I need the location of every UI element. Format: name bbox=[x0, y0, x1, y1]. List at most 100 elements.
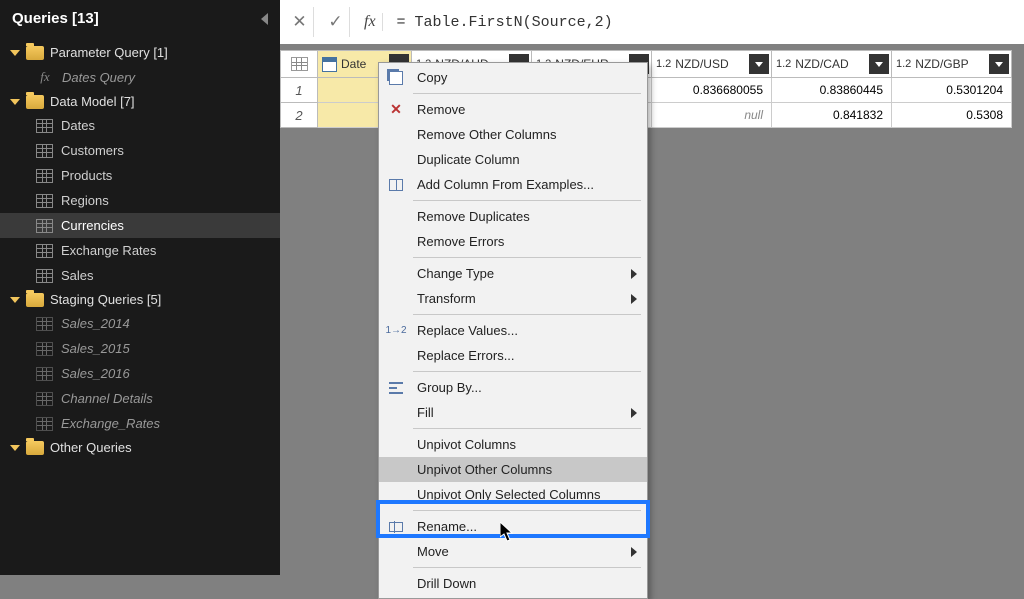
tree-item[interactable]: fx Dates Query bbox=[0, 64, 280, 90]
menu-item-label: Unpivot Other Columns bbox=[417, 462, 552, 477]
tree-item-label: Regions bbox=[61, 193, 109, 208]
menu-separator bbox=[413, 428, 641, 429]
menu-item[interactable]: Copy bbox=[379, 65, 647, 90]
menu-item-label: Transform bbox=[417, 291, 476, 306]
menu-item[interactable]: Duplicate Column bbox=[379, 147, 647, 172]
formula-input[interactable]: = Table.FirstN(Source,2) bbox=[391, 14, 1018, 31]
menu-separator bbox=[413, 567, 641, 568]
menu-item-label: Add Column From Examples... bbox=[417, 177, 594, 192]
folder-icon bbox=[26, 293, 44, 307]
menu-item-label: Replace Errors... bbox=[417, 348, 515, 363]
expand-icon bbox=[10, 50, 20, 56]
menu-item[interactable]: Move bbox=[379, 539, 647, 564]
menu-item-label: Rename... bbox=[417, 519, 477, 534]
menu-item[interactable]: Unpivot Columns bbox=[379, 432, 647, 457]
tree-group[interactable]: Parameter Query [1] bbox=[0, 41, 280, 64]
filter-dropdown-icon[interactable] bbox=[749, 54, 769, 74]
menu-item[interactable]: Transform bbox=[379, 286, 647, 311]
row-number[interactable]: 2 bbox=[280, 103, 318, 128]
menu-item-icon bbox=[385, 347, 407, 365]
tree-item-label: Sales_2016 bbox=[61, 366, 130, 381]
menu-item[interactable]: Unpivot Only Selected Columns bbox=[379, 482, 647, 507]
menu-item[interactable]: Change Type bbox=[379, 261, 647, 286]
menu-item[interactable]: Unpivot Other Columns bbox=[379, 457, 647, 482]
menu-item[interactable]: Group By... bbox=[379, 375, 647, 400]
table-icon bbox=[36, 317, 53, 331]
menu-item[interactable]: Remove Duplicates bbox=[379, 204, 647, 229]
menu-separator bbox=[413, 314, 641, 315]
tree-item[interactable]: Exchange Rates bbox=[0, 238, 280, 263]
tree-item[interactable]: Dates bbox=[0, 113, 280, 138]
tree-item[interactable]: Exchange_Rates bbox=[0, 411, 280, 436]
menu-item[interactable]: 1→2Replace Values... bbox=[379, 318, 647, 343]
fx-icon: fx bbox=[36, 69, 54, 85]
menu-separator bbox=[413, 93, 641, 94]
tree-item-label: Sales bbox=[61, 268, 94, 283]
cell[interactable]: 0.5308 bbox=[892, 103, 1012, 128]
cell[interactable]: 0.83860445 bbox=[772, 78, 892, 103]
menu-item-label: Copy bbox=[417, 70, 447, 85]
menu-item-icon bbox=[385, 208, 407, 226]
tree-item[interactable]: Sales_2015 bbox=[0, 336, 280, 361]
tree-group-label: Other Queries bbox=[50, 440, 132, 455]
menu-item-icon bbox=[385, 290, 407, 308]
menu-item[interactable]: Remove Other Columns bbox=[379, 122, 647, 147]
menu-item-icon bbox=[385, 176, 407, 194]
menu-item-label: Unpivot Columns bbox=[417, 437, 516, 452]
tree-item[interactable]: Sales_2014 bbox=[0, 311, 280, 336]
table-icon bbox=[36, 392, 53, 406]
menu-item-icon bbox=[385, 486, 407, 504]
tree-item[interactable]: Customers bbox=[0, 138, 280, 163]
collapse-sidebar-icon[interactable] bbox=[261, 13, 268, 25]
fx-icon[interactable]: fx bbox=[358, 13, 383, 31]
tree-item[interactable]: Sales_2016 bbox=[0, 361, 280, 386]
column-header[interactable]: 1.2NZD/CAD bbox=[772, 50, 892, 78]
tree-item[interactable]: Regions bbox=[0, 188, 280, 213]
formula-cancel-button[interactable]: ✕ bbox=[286, 7, 314, 37]
expand-icon bbox=[10, 445, 20, 451]
row-number[interactable]: 1 bbox=[280, 78, 318, 103]
tree-item-label: Channel Details bbox=[61, 391, 153, 406]
filter-dropdown-icon[interactable] bbox=[989, 54, 1009, 74]
tree-item-label: Dates bbox=[61, 118, 95, 133]
menu-item[interactable]: Rename... bbox=[379, 514, 647, 539]
column-label: NZD/CAD bbox=[795, 57, 848, 71]
table-icon bbox=[36, 219, 53, 233]
tree-group[interactable]: Other Queries bbox=[0, 436, 280, 459]
tree-item-label: Dates Query bbox=[62, 70, 135, 85]
column-header[interactable]: 1.2NZD/GBP bbox=[892, 50, 1012, 78]
cell[interactable]: 0.5301204 bbox=[892, 78, 1012, 103]
tree-item[interactable]: Channel Details bbox=[0, 386, 280, 411]
menu-item-label: Remove Duplicates bbox=[417, 209, 530, 224]
cell[interactable]: 0.841832 bbox=[772, 103, 892, 128]
formula-commit-button[interactable]: ✓ bbox=[322, 7, 350, 37]
tree-item[interactable]: Sales bbox=[0, 263, 280, 288]
menu-item-icon bbox=[385, 461, 407, 479]
menu-item-icon: ✕ bbox=[385, 101, 407, 119]
menu-item[interactable]: Fill bbox=[379, 400, 647, 425]
table-icon bbox=[36, 169, 53, 183]
tree-item[interactable]: Currencies bbox=[0, 213, 280, 238]
cell[interactable]: 0.836680055 bbox=[652, 78, 772, 103]
table-icon bbox=[36, 194, 53, 208]
column-label: Date bbox=[341, 57, 366, 71]
tree-group[interactable]: Staging Queries [5] bbox=[0, 288, 280, 311]
select-all-cell[interactable] bbox=[280, 50, 318, 78]
tree-group[interactable]: Data Model [7] bbox=[0, 90, 280, 113]
number-type-icon: 1.2 bbox=[656, 58, 671, 70]
menu-item[interactable]: Replace Errors... bbox=[379, 343, 647, 368]
menu-item-icon bbox=[385, 151, 407, 169]
menu-item[interactable]: Remove Errors bbox=[379, 229, 647, 254]
table-icon bbox=[291, 57, 308, 71]
menu-item[interactable]: ✕Remove bbox=[379, 97, 647, 122]
table-icon bbox=[36, 417, 53, 431]
filter-dropdown-icon[interactable] bbox=[869, 54, 889, 74]
menu-item-icon bbox=[385, 265, 407, 283]
column-label: NZD/GBP bbox=[915, 57, 968, 71]
tree-group-label: Data Model [7] bbox=[50, 94, 135, 109]
cell[interactable]: null bbox=[652, 103, 772, 128]
column-header[interactable]: 1.2NZD/USD bbox=[652, 50, 772, 78]
formula-bar: ✕ ✓ fx = Table.FirstN(Source,2) bbox=[280, 0, 1024, 44]
tree-item[interactable]: Products bbox=[0, 163, 280, 188]
menu-item[interactable]: Add Column From Examples... bbox=[379, 172, 647, 197]
